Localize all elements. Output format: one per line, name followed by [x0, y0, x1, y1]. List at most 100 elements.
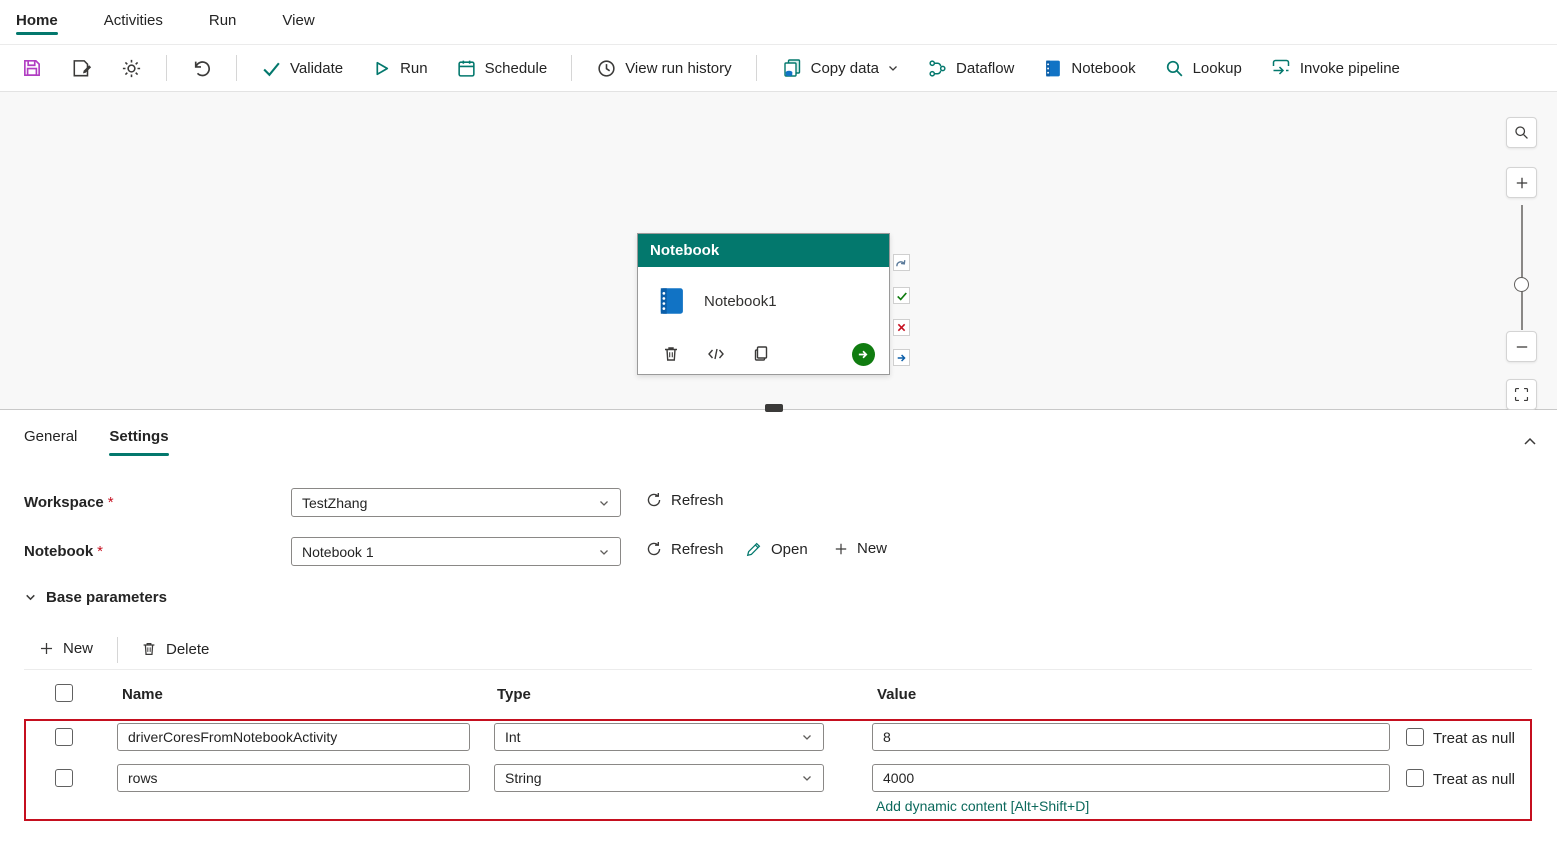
new-parameter-button[interactable]: New [34, 638, 97, 659]
schedule-button[interactable]: Schedule [445, 52, 559, 85]
workspace-label-text: Workspace [24, 494, 104, 511]
notebook-refresh-button[interactable]: Refresh [641, 538, 728, 560]
param-value-input[interactable] [872, 764, 1390, 792]
lookup-label: Lookup [1192, 59, 1242, 77]
workspace-dropdown[interactable]: TestZhang [291, 488, 621, 517]
dataflow-button[interactable]: Dataflow [916, 52, 1025, 85]
validate-button[interactable]: Validate [250, 52, 354, 85]
zoom-to-fit-button[interactable] [1506, 379, 1537, 410]
workspace-refresh-button[interactable]: Refresh [641, 489, 728, 511]
schedule-label: Schedule [484, 59, 548, 77]
activity-card-body: Notebook1 [638, 267, 889, 375]
view-run-history-label: View run history [625, 59, 732, 77]
base-parameters-toggle[interactable]: Base parameters [24, 589, 167, 606]
invoke-pipeline-button[interactable]: Invoke pipeline [1259, 51, 1411, 85]
notebook-label: Notebook * [24, 543, 103, 560]
pipeline-settings-button[interactable] [110, 52, 153, 85]
on-skip-connector[interactable] [893, 254, 910, 271]
menu-item-view[interactable]: View [282, 0, 314, 40]
view-run-history-button[interactable]: View run history [585, 52, 742, 85]
notebook-icon [1042, 58, 1063, 79]
undo-button[interactable] [180, 52, 223, 85]
zoom-slider-knob[interactable] [1514, 277, 1529, 292]
activity-name: Notebook1 [704, 293, 777, 310]
save-as-button[interactable] [60, 51, 104, 85]
delete-activity-button[interactable] [660, 343, 682, 365]
treat-as-null-label: Treat as null [1433, 730, 1515, 747]
treat-as-null-label: Treat as null [1433, 771, 1515, 788]
copy-data-icon [781, 57, 803, 79]
treat-as-null-checkbox[interactable] [1406, 728, 1424, 746]
workspace-label: Workspace * [24, 494, 114, 511]
chevron-down-icon [801, 772, 813, 784]
workspace-dropdown-value: TestZhang [302, 494, 368, 511]
toolbar: Validate Run Schedule View run history C… [0, 44, 1557, 92]
param-type-dropdown[interactable]: Int [494, 723, 824, 751]
treat-as-null-checkbox[interactable] [1406, 769, 1424, 787]
canvas-search-button[interactable] [1506, 117, 1537, 148]
required-marker: * [97, 543, 104, 560]
code-view-button[interactable] [705, 343, 727, 365]
menu-item-activities[interactable]: Activities [104, 0, 163, 40]
activity-card-notebook[interactable]: Notebook Notebook1 [637, 233, 890, 375]
refresh-icon [645, 540, 663, 558]
validate-label: Validate [290, 59, 344, 77]
copy-data-label: Copy data [810, 59, 880, 77]
open-notebook-button[interactable]: Open [741, 538, 812, 560]
param-name-input[interactable] [117, 723, 470, 751]
save-button[interactable] [10, 51, 54, 85]
notebook-label: Notebook [1071, 59, 1136, 77]
notebook-dropdown[interactable]: Notebook 1 [291, 537, 621, 566]
panel-resize-handle[interactable] [765, 404, 783, 412]
zoom-slider-track[interactable] [1521, 205, 1523, 330]
properties-panel: General Settings Workspace * TestZhang Re… [0, 404, 1557, 845]
add-connection-button[interactable] [852, 343, 875, 366]
dataflow-branch-icon [927, 58, 948, 79]
trash-icon [140, 640, 158, 658]
toolbar-separator [117, 637, 118, 663]
collapse-panel-button[interactable] [1520, 432, 1540, 455]
run-button[interactable]: Run [360, 52, 439, 85]
tab-settings[interactable]: Settings [109, 428, 169, 456]
activity-type-header: Notebook [638, 234, 889, 267]
lookup-magnifier-icon [1164, 58, 1185, 79]
menu-item-home[interactable]: Home [16, 0, 58, 40]
row-checkbox[interactable] [55, 769, 73, 787]
plus-icon [38, 640, 55, 657]
param-type-value: Int [505, 729, 521, 745]
toolbar-separator [755, 55, 757, 81]
select-all-checkbox[interactable] [55, 684, 73, 702]
chevron-down-icon [598, 546, 610, 558]
new-notebook-button[interactable]: New [829, 538, 891, 559]
base-parameters-label: Base parameters [46, 589, 167, 606]
delete-parameter-button[interactable]: Delete [136, 638, 213, 660]
param-name-input[interactable] [117, 764, 470, 792]
pipeline-canvas[interactable]: Notebook Notebook1 [0, 92, 1557, 410]
zoom-in-button[interactable] [1506, 167, 1537, 198]
save-icon [21, 57, 43, 79]
notebook-activity-button[interactable]: Notebook [1031, 52, 1146, 85]
row-checkbox[interactable] [55, 728, 73, 746]
lookup-button[interactable]: Lookup [1153, 52, 1253, 85]
param-value-input[interactable] [872, 723, 1390, 751]
tab-general[interactable]: General [24, 428, 77, 456]
notebook-refresh-label: Refresh [671, 540, 724, 558]
open-notebook-label: Open [771, 540, 808, 558]
column-header-value: Value [877, 686, 917, 703]
delete-parameter-label: Delete [166, 640, 210, 658]
required-marker: * [107, 494, 114, 511]
chevron-down-icon [801, 731, 813, 743]
add-dynamic-content-link[interactable]: Add dynamic content [Alt+Shift+D] [876, 798, 1089, 814]
calendar-icon [456, 58, 477, 79]
copy-data-button[interactable]: Copy data [770, 51, 910, 85]
dataflow-label: Dataflow [956, 59, 1015, 77]
on-failure-connector[interactable] [893, 319, 910, 336]
on-success-connector[interactable] [893, 287, 910, 304]
on-completion-connector[interactable] [893, 349, 910, 366]
pencil-icon [745, 540, 763, 558]
clone-activity-button[interactable] [750, 343, 772, 365]
menu-item-run[interactable]: Run [209, 0, 237, 40]
param-type-dropdown[interactable]: String [494, 764, 824, 792]
zoom-out-button[interactable] [1506, 331, 1537, 362]
invoke-pipeline-label: Invoke pipeline [1299, 59, 1400, 77]
